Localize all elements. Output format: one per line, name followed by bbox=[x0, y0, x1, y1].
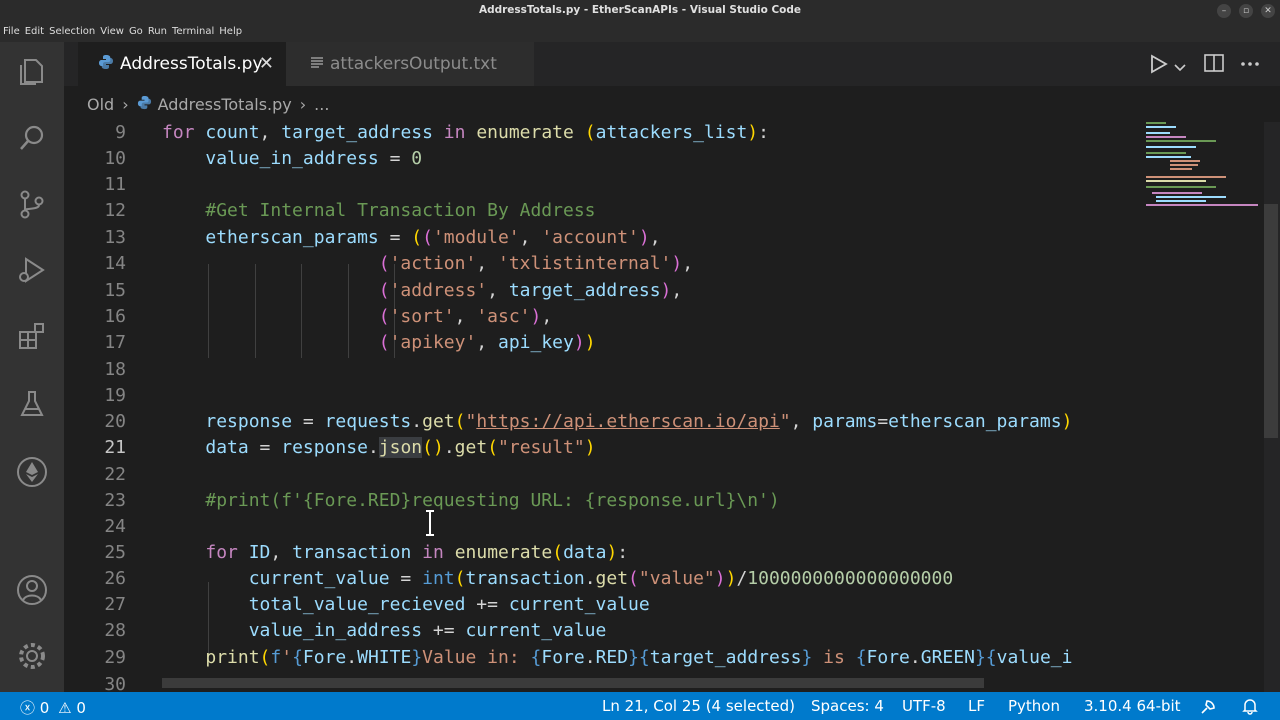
horizontal-scrollbar[interactable] bbox=[162, 678, 984, 688]
breadcrumb-file[interactable]: AddressTotals.py bbox=[158, 95, 292, 114]
line-number: 11 bbox=[104, 174, 126, 195]
python-file-icon bbox=[98, 54, 114, 75]
indentation[interactable]: Spaces: 4 bbox=[811, 697, 884, 715]
code-line: #Get Internal Transaction By Address bbox=[205, 200, 596, 221]
tab-attackersoutput[interactable]: attackersOutput.txt bbox=[286, 42, 534, 86]
notifications-bell-icon[interactable] bbox=[1242, 697, 1258, 719]
source-control-icon[interactable] bbox=[10, 182, 54, 226]
menu-terminal[interactable]: Terminal bbox=[172, 22, 219, 42]
code-editor[interactable]: 9 10 11 12 13 14 15 16 17 18 19 20 21 22… bbox=[64, 122, 1140, 692]
run-icon[interactable] bbox=[1150, 54, 1168, 78]
run-debug-icon[interactable] bbox=[10, 248, 54, 292]
tab-addresstotals[interactable]: AddressTotals.py ✕ bbox=[78, 42, 286, 86]
code-line: #print(f'{Fore.RED}requesting URL: {resp… bbox=[205, 490, 780, 511]
menu-edit[interactable]: Edit bbox=[25, 22, 49, 42]
line-number: 18 bbox=[104, 359, 126, 380]
close-tab-icon[interactable]: ✕ bbox=[259, 53, 274, 74]
explorer-icon[interactable] bbox=[10, 50, 54, 94]
code-line: ('address', target_address), bbox=[378, 280, 683, 301]
account-icon[interactable] bbox=[10, 568, 54, 612]
code-line: value_in_address = 0 bbox=[205, 148, 423, 169]
text-file-icon bbox=[310, 54, 324, 74]
error-icon: ⓧ bbox=[20, 699, 36, 717]
code-line: for ID, transaction in enumerate(data): bbox=[205, 542, 629, 563]
maximize-icon[interactable]: ▫ bbox=[1239, 4, 1253, 18]
menu-bar: File Edit Selection View Go Run Terminal… bbox=[0, 22, 1280, 42]
code-line: response = requests.get("https://api.eth… bbox=[205, 411, 1073, 432]
search-icon[interactable] bbox=[10, 116, 54, 160]
minimap[interactable] bbox=[1140, 122, 1264, 692]
extensions-icon[interactable] bbox=[10, 314, 54, 358]
breadcrumb-symbol[interactable]: ... bbox=[314, 95, 329, 114]
split-editor-icon[interactable] bbox=[1204, 54, 1224, 76]
code-line: ('apikey', api_key)) bbox=[378, 332, 596, 353]
language-mode[interactable]: Python bbox=[1008, 697, 1060, 715]
menu-view[interactable]: View bbox=[100, 22, 129, 42]
warning-count: 0 bbox=[76, 699, 86, 717]
line-number: 30 bbox=[104, 674, 126, 692]
testing-icon[interactable] bbox=[10, 382, 54, 426]
line-number: 24 bbox=[104, 516, 126, 537]
end-of-line[interactable]: LF bbox=[968, 697, 985, 715]
activity-bar bbox=[0, 42, 64, 692]
breadcrumb: Old › AddressTotals.py › ... bbox=[64, 86, 1280, 122]
vertical-scrollbar[interactable] bbox=[1264, 204, 1278, 438]
chevron-right-icon: › bbox=[299, 94, 307, 114]
code-line: ('action', 'txlistinternal'), bbox=[378, 253, 694, 274]
line-number: 22 bbox=[104, 464, 126, 485]
encoding[interactable]: UTF-8 bbox=[902, 697, 946, 715]
editor-tab-bar: AddressTotals.py ✕ attackersOutput.txt bbox=[64, 42, 1280, 86]
menu-go[interactable]: Go bbox=[129, 22, 148, 42]
minimize-icon[interactable]: – bbox=[1217, 4, 1231, 18]
menu-selection[interactable]: Selection bbox=[49, 22, 100, 42]
chevron-down-icon[interactable] bbox=[1174, 58, 1186, 77]
close-window-icon[interactable]: ✕ bbox=[1261, 4, 1275, 18]
window-title: AddressTotals.py - EtherScanAPIs - Visua… bbox=[478, 4, 802, 16]
settings-gear-icon[interactable] bbox=[10, 634, 54, 678]
code-line: ('sort', 'asc'), bbox=[378, 306, 553, 327]
menu-help[interactable]: Help bbox=[219, 22, 247, 42]
code-line: etherscan_params = (('module', 'account'… bbox=[205, 227, 661, 248]
python-interpreter[interactable]: 3.10.4 64-bit bbox=[1084, 697, 1181, 715]
menu-run[interactable]: Run bbox=[148, 22, 172, 42]
code-line: value_in_address += current_value bbox=[248, 620, 607, 641]
more-actions-icon[interactable] bbox=[1240, 56, 1260, 76]
error-count: 0 bbox=[39, 699, 50, 717]
text-cursor-icon bbox=[424, 510, 436, 541]
menu-file[interactable]: File bbox=[3, 22, 25, 42]
code-line: total_value_recieved += current_value bbox=[248, 594, 650, 615]
tab-label: AddressTotals.py bbox=[120, 54, 263, 74]
problems-indicator[interactable]: ⓧ 0 ⚠ 0 bbox=[20, 697, 86, 718]
feedback-icon[interactable] bbox=[1200, 697, 1218, 719]
ethereum-icon[interactable] bbox=[10, 450, 54, 494]
tab-label: attackersOutput.txt bbox=[330, 54, 497, 74]
chevron-right-icon: › bbox=[122, 94, 129, 114]
code-line: for count, target_address in enumerate (… bbox=[162, 122, 769, 143]
warning-icon: ⚠ bbox=[58, 699, 72, 717]
title-bar: AddressTotals.py - EtherScanAPIs - Visua… bbox=[0, 0, 1280, 22]
line-number: 19 bbox=[104, 385, 126, 406]
code-line: print(f'{Fore.WHITE}Value in: {Fore.RED}… bbox=[205, 647, 1073, 668]
status-bar: ⓧ 0 ⚠ 0 Ln 21, Col 25 (4 selected) Space… bbox=[0, 692, 1280, 720]
cursor-position[interactable]: Ln 21, Col 25 (4 selected) bbox=[602, 697, 795, 715]
code-line: current_value = int(transaction.get("val… bbox=[248, 568, 954, 589]
breadcrumb-folder[interactable]: Old bbox=[87, 95, 114, 114]
python-file-icon bbox=[137, 95, 152, 114]
code-line: data = response.json().get("result") bbox=[205, 437, 596, 458]
